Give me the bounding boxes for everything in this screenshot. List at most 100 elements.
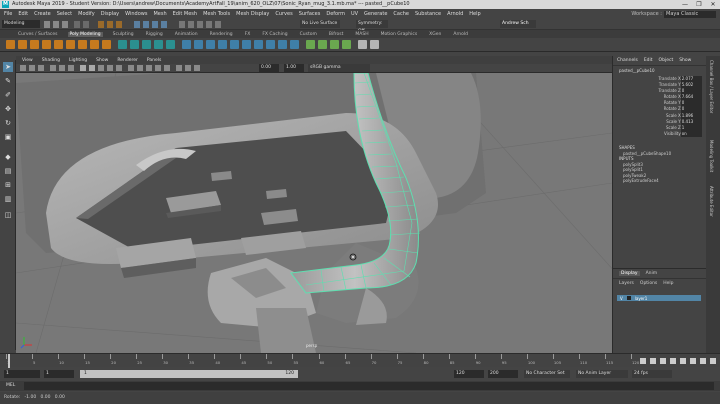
shelf-tab-fx[interactable]: FX: [243, 32, 253, 37]
anim-layer-select[interactable]: No Anim Layer: [576, 370, 628, 378]
tab-channel-box-layer-editor[interactable]: Channel Box / Layer Editor: [709, 60, 714, 113]
viewport-menu-renderer[interactable]: Renderer: [117, 58, 138, 63]
connect-icon[interactable]: [278, 40, 287, 49]
spherical-uv-icon[interactable]: [330, 40, 339, 49]
menu-help[interactable]: Help: [469, 11, 480, 17]
exposure-field[interactable]: 0.00: [259, 64, 279, 72]
platonic-solid-icon[interactable]: [90, 40, 99, 49]
shelf-tab-rendering[interactable]: Rendering: [208, 32, 235, 37]
smooth-icon[interactable]: [142, 40, 151, 49]
range-bar[interactable]: 1 120: [80, 370, 298, 378]
shelf-tab-rigging[interactable]: Rigging: [144, 32, 165, 37]
menu-edit[interactable]: Edit: [18, 11, 28, 17]
two-panel-layout-icon[interactable]: ◫: [3, 210, 13, 220]
select-tool-icon[interactable]: ➤: [3, 62, 13, 72]
extrude-icon[interactable]: [182, 40, 191, 49]
animation-end-field[interactable]: 200: [488, 370, 518, 378]
poly-sphere-icon[interactable]: [6, 40, 15, 49]
shelf-tab-fx-caching[interactable]: FX Caching: [260, 32, 289, 37]
paint-select-icon[interactable]: ✐: [3, 90, 13, 100]
merge-icon[interactable]: [242, 40, 251, 49]
channel-menu-edit[interactable]: Edit: [644, 58, 653, 63]
mode-select[interactable]: Modeling: [2, 20, 40, 28]
viewport-menu-view[interactable]: View: [22, 58, 33, 63]
poly-torus-icon[interactable]: [54, 40, 63, 49]
combine-icon[interactable]: [118, 40, 127, 49]
fps-select[interactable]: 24 fps: [632, 370, 672, 378]
layer-name[interactable]: layer1: [635, 296, 648, 301]
poly-disc-icon[interactable]: [78, 40, 87, 49]
shelf-tab-xgen[interactable]: XGen: [427, 32, 443, 37]
maximize-button[interactable]: ❐: [692, 0, 706, 9]
append-to-poly-icon[interactable]: [218, 40, 227, 49]
lasso-tool-icon[interactable]: ✎: [3, 76, 13, 86]
viewport-menu-show[interactable]: Show: [96, 58, 108, 63]
object-name[interactable]: pasted__pCube10: [613, 68, 706, 74]
last-tool-icon[interactable]: ◆: [3, 152, 13, 162]
channel-menu-object[interactable]: Object: [659, 58, 674, 63]
menu-uv[interactable]: UV: [351, 11, 358, 17]
layer-color-swatch[interactable]: [626, 296, 631, 300]
time-slider[interactable]: 1510152025303540455055606570758085909510…: [0, 353, 720, 368]
planar-uv-icon[interactable]: [306, 40, 315, 49]
tab-modeling-toolkit[interactable]: Modeling Toolkit: [709, 140, 714, 172]
reverse-normals-icon[interactable]: [370, 40, 379, 49]
channel-menu-channels[interactable]: Channels: [617, 58, 638, 63]
input-node[interactable]: polyExtrudeFace4: [613, 178, 706, 184]
shelf-tab-bifrost[interactable]: Bifrost: [327, 32, 346, 37]
menu-modify[interactable]: Modify: [78, 11, 95, 17]
boolean-icon[interactable]: [154, 40, 163, 49]
layer-menu-layers[interactable]: Layers: [619, 281, 634, 286]
current-time-indicator[interactable]: [8, 354, 10, 368]
shelf-tab-mash[interactable]: MASH: [353, 32, 370, 37]
menu-arnold[interactable]: Arnold: [447, 11, 463, 17]
symmetry-select[interactable]: Symmetry: Off: [356, 20, 388, 34]
colorspace-select[interactable]: sRGB gamma: [308, 64, 370, 72]
menu-mesh-display[interactable]: Mesh Display: [236, 11, 269, 17]
menu-deform[interactable]: Deform: [326, 11, 345, 17]
quad-draw-icon[interactable]: [290, 40, 299, 49]
channel-row[interactable]: Visibility on: [613, 131, 706, 138]
menu-cache[interactable]: Cache: [393, 11, 409, 17]
animation-start-field[interactable]: 1: [4, 370, 40, 378]
bevel-icon[interactable]: [206, 40, 215, 49]
cylindrical-uv-icon[interactable]: [318, 40, 327, 49]
live-surface-field[interactable]: No Live Surface: [300, 20, 340, 28]
viewport-menu-shading[interactable]: Shading: [42, 58, 60, 63]
poly-cube-icon[interactable]: [18, 40, 27, 49]
menu-file[interactable]: File: [4, 11, 12, 17]
character-set-select[interactable]: No Character Set: [524, 370, 570, 378]
channel-menu-show[interactable]: Show: [679, 58, 691, 63]
scale-tool-icon[interactable]: ▣: [3, 132, 13, 142]
close-button[interactable]: ✕: [706, 0, 720, 9]
menu-mesh[interactable]: Mesh: [153, 11, 166, 17]
perspective-viewport[interactable]: persp: [16, 73, 612, 353]
menu-edit-mesh[interactable]: Edit Mesh: [173, 11, 197, 17]
separate-icon[interactable]: [130, 40, 139, 49]
soft-select-icon[interactable]: [358, 40, 367, 49]
layer-row[interactable]: V layer1: [617, 295, 701, 301]
minimize-button[interactable]: —: [678, 0, 692, 9]
playback-start-field[interactable]: 1: [44, 370, 74, 378]
user-account[interactable]: Andrew Sch: [500, 20, 536, 28]
layer-visibility-toggle[interactable]: V: [620, 296, 623, 301]
layer-tab-display[interactable]: Display: [619, 271, 640, 276]
menu-display[interactable]: Display: [101, 11, 119, 17]
command-input[interactable]: [24, 382, 714, 390]
fill-hole-icon[interactable]: [230, 40, 239, 49]
poly-plane-icon[interactable]: [66, 40, 75, 49]
multi-cut-icon[interactable]: [254, 40, 263, 49]
move-tool-icon[interactable]: ✥: [3, 104, 13, 114]
mirror-icon[interactable]: [166, 40, 175, 49]
four-view-layout-icon[interactable]: ⊞: [3, 180, 13, 190]
menu-surfaces[interactable]: Surfaces: [299, 11, 321, 17]
viewport-menu-panels[interactable]: Panels: [147, 58, 161, 63]
menu-generate[interactable]: Generate: [364, 11, 387, 17]
shelf-tab-animation[interactable]: Animation: [173, 32, 200, 37]
viewport-menu-lighting[interactable]: Lighting: [69, 58, 87, 63]
shelf-tab-poly-modeling[interactable]: Poly Modeling: [67, 31, 103, 37]
menu-windows[interactable]: Windows: [125, 11, 147, 17]
layer-tab-anim[interactable]: Anim: [646, 271, 658, 276]
workspace-select[interactable]: Maya Classic: [664, 10, 716, 18]
single-perspective-layout-icon[interactable]: ▤: [3, 166, 13, 176]
